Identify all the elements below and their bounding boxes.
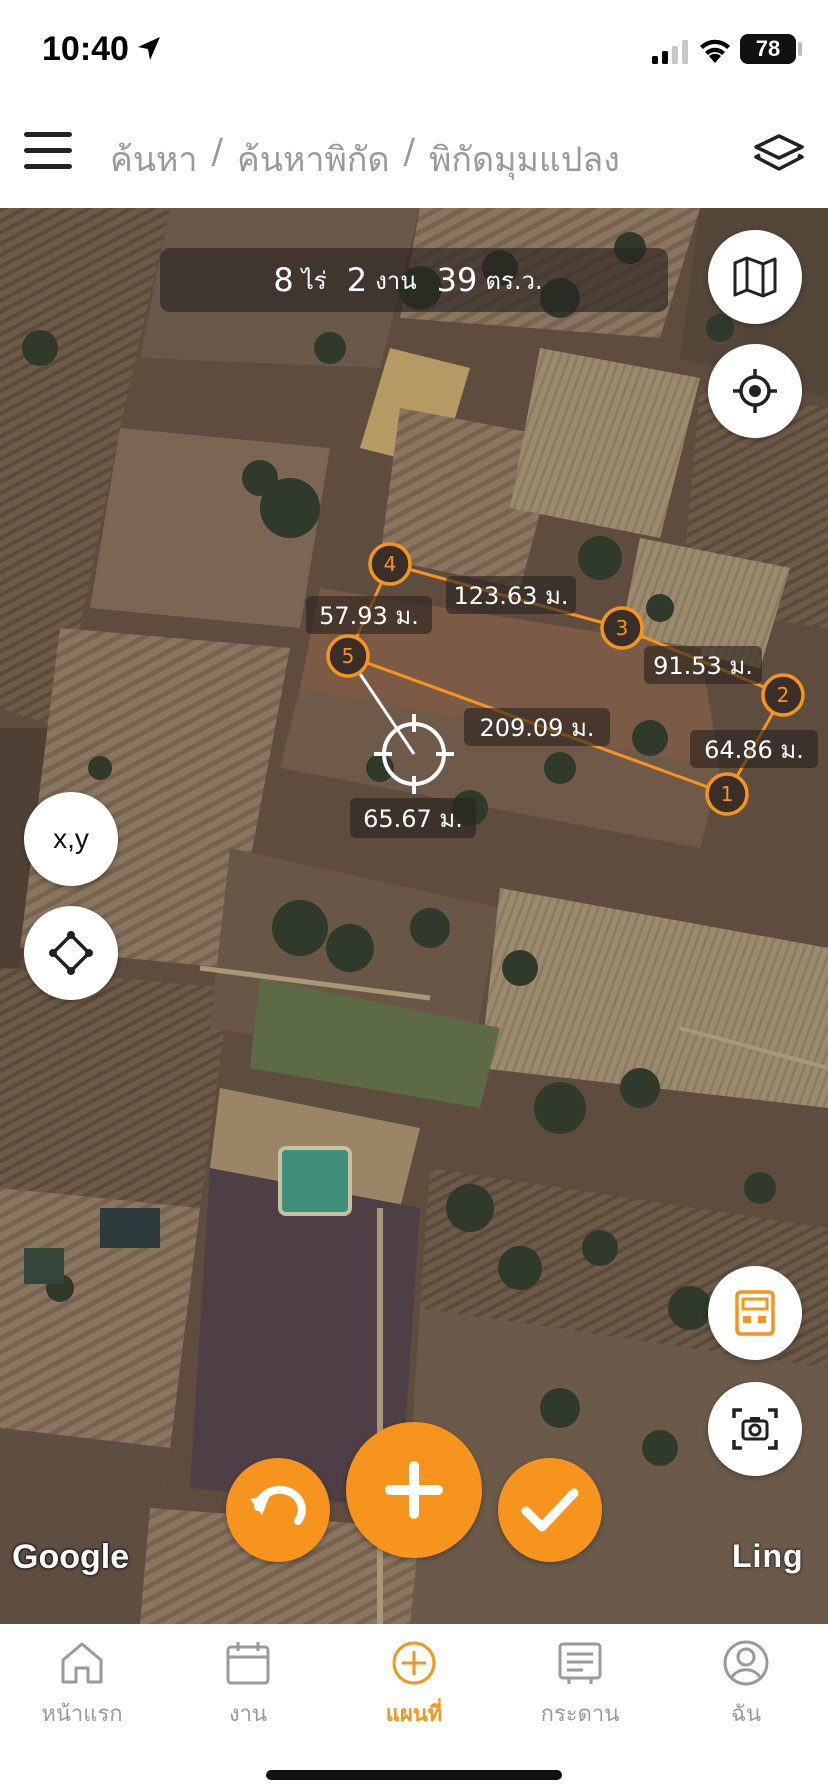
corner-point-4-label: 4	[384, 552, 397, 576]
nav-map-label: แผนที่	[385, 1702, 443, 1727]
status-bar: 10:40 78	[0, 0, 828, 100]
cellular-signal-icon	[652, 40, 688, 64]
calculator-icon	[735, 1290, 775, 1336]
xy-button-label: x,y	[53, 823, 89, 854]
battery-cap	[798, 42, 802, 56]
google-attribution: Google	[12, 1538, 130, 1576]
ling-watermark: Ling	[732, 1538, 804, 1574]
plus-icon	[385, 1461, 443, 1519]
area-rai-value: 8	[273, 261, 294, 299]
nav-home[interactable]: หน้าแรก	[12, 1638, 152, 1748]
nav-board[interactable]: กระดาน	[510, 1638, 650, 1748]
satellite-map[interactable]: 1 2 3 4 5 123.63 ม. 57.93 ม. 91.53 ม. 64…	[0, 208, 828, 1624]
corner-point-5: 5	[326, 634, 370, 678]
area-ngan-value: 2	[346, 261, 368, 299]
nav-board-label: กระดาน	[540, 1702, 620, 1727]
confirm-button[interactable]	[498, 1458, 602, 1562]
calendar-icon	[226, 1642, 270, 1685]
wifi-icon	[700, 39, 730, 63]
corner-point-1: 1	[705, 772, 749, 816]
distance-1-5: 209.09 ม.	[479, 714, 594, 742]
undo-button[interactable]	[226, 1458, 330, 1562]
corner-point-4: 4	[368, 542, 412, 586]
undo-icon	[250, 1485, 306, 1525]
distance-4-3: 123.63 ม.	[453, 582, 568, 610]
nav-home-label: หน้าแรก	[41, 1702, 123, 1727]
plus-circle-icon	[392, 1641, 436, 1685]
area-ngan-unit: งาน	[375, 266, 417, 295]
add-point-button[interactable]	[346, 1422, 482, 1558]
battery-indicator: 78	[740, 34, 796, 64]
distance-cursor: 65.67 ม.	[363, 805, 463, 833]
breadcrumb-plot-corners: พิกัดมุมแปลง	[429, 140, 620, 180]
area-summary: 8 ไร่ 2 งาน 39 ตร.ว.	[160, 248, 668, 312]
home-indicator	[266, 1770, 562, 1780]
home-icon	[61, 1642, 103, 1684]
corner-point-5-label: 5	[342, 644, 355, 668]
breadcrumb-separator: /	[403, 132, 416, 172]
calculator-button[interactable]	[708, 1266, 802, 1360]
map-icon	[733, 256, 777, 298]
target-icon	[733, 369, 777, 413]
bottom-navigation: หน้าแรก งาน แผนที่ กระดาน ฉัน	[0, 1624, 828, 1792]
board-icon	[558, 1642, 602, 1684]
distance-3-2: 91.53 ม.	[653, 652, 753, 680]
corner-mode-button[interactable]	[24, 906, 118, 1000]
camera-capture-icon	[732, 1408, 778, 1450]
status-time: 10:40	[42, 30, 129, 68]
breadcrumb-separator: /	[211, 132, 223, 172]
area-rai-unit: ไร่	[301, 266, 327, 295]
distance-2-1: 64.86 ม.	[704, 736, 804, 764]
nav-jobs-label: งาน	[228, 1702, 268, 1727]
screenshot-button[interactable]	[708, 1382, 802, 1476]
nav-map[interactable]: แผนที่	[344, 1638, 484, 1748]
breadcrumb-search[interactable]: ค้นหา	[110, 132, 198, 186]
nav-me[interactable]: ฉัน	[676, 1638, 816, 1748]
corner-point-2-label: 2	[777, 683, 790, 707]
menu-icon[interactable]	[22, 128, 74, 176]
map-type-button[interactable]	[708, 230, 802, 324]
corner-point-3-label: 3	[616, 616, 629, 640]
layers-icon[interactable]	[752, 132, 806, 176]
breadcrumb: ค้นหา / ค้นหาพิกัด / พิกัดมุมแปลง	[110, 132, 620, 186]
my-location-button[interactable]	[708, 344, 802, 438]
corner-point-1-label: 1	[721, 782, 734, 806]
diamond-corners-icon	[49, 931, 93, 975]
xy-coordinate-button[interactable]: x,y	[24, 792, 118, 886]
distance-5-4: 57.93 ม.	[319, 602, 419, 630]
area-wa-value: 39	[436, 261, 478, 299]
area-wa-unit: ตร.ว.	[485, 266, 543, 295]
nav-me-label: ฉัน	[730, 1702, 762, 1727]
corner-point-3: 3	[600, 606, 644, 650]
breadcrumb-coordinate-search[interactable]: ค้นหาพิกัด	[237, 132, 390, 186]
location-arrow-icon	[138, 37, 160, 60]
nav-jobs[interactable]: งาน	[178, 1638, 318, 1748]
app-header: ค้นหา / ค้นหาพิกัด / พิกัดมุมแปลง	[0, 100, 828, 208]
user-profile-icon	[723, 1640, 769, 1686]
checkmark-icon	[521, 1488, 579, 1532]
corner-point-2: 2	[761, 673, 805, 717]
satellite-imagery: 1 2 3 4 5 123.63 ม. 57.93 ม. 91.53 ม. 64…	[0, 208, 828, 1624]
